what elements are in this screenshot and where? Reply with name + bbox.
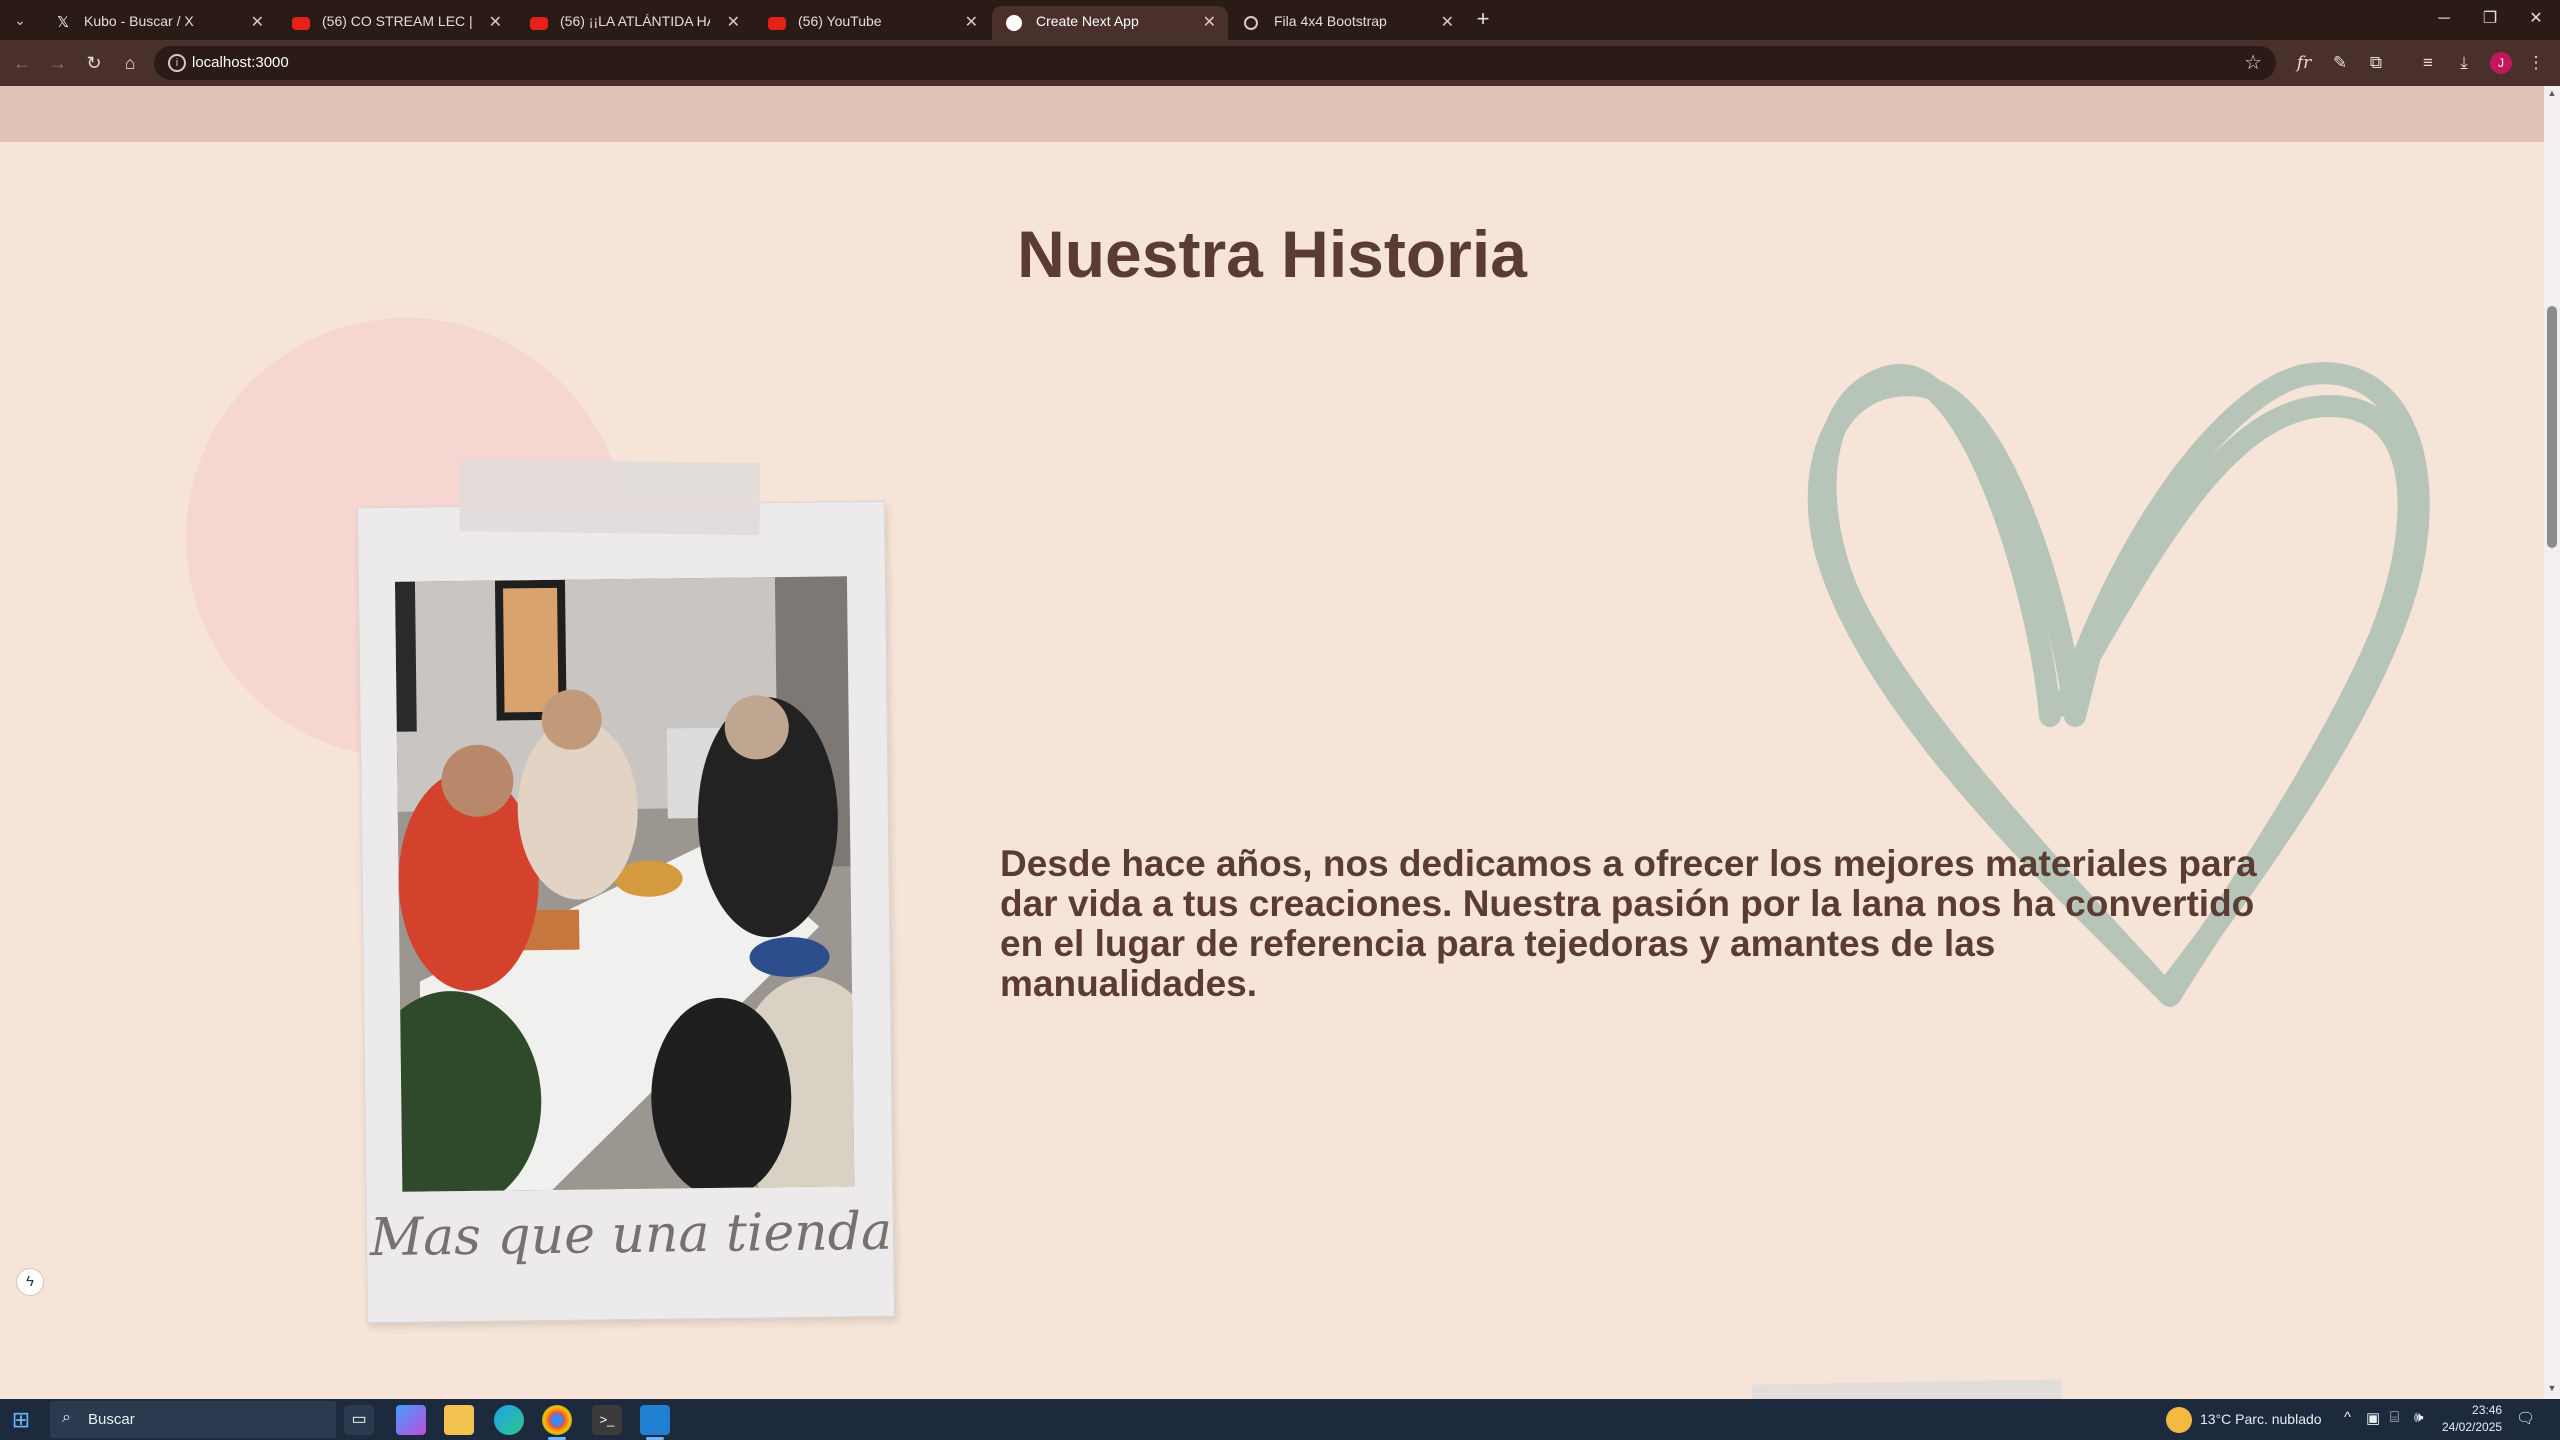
- meet-now-icon[interactable]: ▣: [2366, 1409, 2380, 1427]
- notification-center-icon[interactable]: 🗨: [2516, 1409, 2535, 1427]
- clock-date: 24/02/2025: [2442, 1420, 2503, 1434]
- tab-title: (56) CO STREAM LEC | BDS VS |: [322, 13, 472, 29]
- address-bar[interactable]: i localhost:3000 ☆: [154, 46, 2276, 80]
- weather-partly-cloudy-icon[interactable]: [2166, 1407, 2192, 1433]
- profile-avatar[interactable]: J: [2490, 52, 2512, 74]
- nextjs-icon: [1006, 15, 1022, 31]
- tab-title: (56) YouTube: [798, 13, 882, 29]
- scroll-up-arrow-icon[interactable]: ▲: [2544, 88, 2560, 102]
- nextjs-devtools-icon[interactable]: ϟ: [16, 1268, 44, 1296]
- tab-title: Kubo - Buscar / X: [84, 13, 194, 29]
- tab-youtube[interactable]: (56) YouTube ✕: [754, 6, 990, 40]
- youtube-icon: [768, 17, 786, 30]
- polaroid-caption: Mas que una tienda: [369, 1201, 893, 1269]
- scrollbar-thumb[interactable]: [2547, 306, 2557, 548]
- close-icon[interactable]: ✕: [251, 12, 264, 32]
- bookmark-star-icon[interactable]: ☆: [2244, 50, 2262, 75]
- system-clock[interactable]: 23:46 24/02/2025: [2442, 1402, 2502, 1436]
- volume-icon[interactable]: 🕪: [2414, 1409, 2423, 1426]
- close-icon[interactable]: ✕: [489, 12, 502, 32]
- tab-kubo-x[interactable]: 𝕏 Kubo - Buscar / X ✕: [40, 6, 276, 40]
- globe-icon: [1244, 16, 1258, 30]
- site-header-strip: [0, 86, 2544, 142]
- washi-tape: [459, 459, 761, 536]
- reload-icon[interactable]: ↻: [80, 50, 108, 76]
- new-tab-plus-icon[interactable]: +: [1470, 6, 1496, 32]
- close-icon[interactable]: ✕: [1203, 12, 1216, 32]
- weather-text[interactable]: 13°C Parc. nublado: [2200, 1411, 2322, 1427]
- youtube-icon: [292, 17, 310, 30]
- tab-atlantida[interactable]: (56) ¡¡LA ATLÁNTIDA HA SIDO ✕: [516, 6, 752, 40]
- close-icon[interactable]: ✕: [727, 12, 740, 32]
- clock-time: 23:46: [2472, 1403, 2503, 1417]
- section-title: Nuestra Historia: [1017, 217, 1527, 291]
- edge-browser-icon[interactable]: [494, 1405, 524, 1435]
- browser-tab-bar: ⌄ 𝕏 Kubo - Buscar / X ✕ (56) CO STREAM L…: [0, 0, 2560, 40]
- download-icon[interactable]: ⤓: [2450, 50, 2478, 76]
- tab-co-stream[interactable]: (56) CO STREAM LEC | BDS VS | ✕: [278, 6, 514, 40]
- tab-create-next-app[interactable]: Create Next App ✕: [992, 6, 1228, 40]
- terminal-icon[interactable]: >_: [592, 1405, 622, 1435]
- tab-title: (56) ¡¡LA ATLÁNTIDA HA SIDO: [560, 13, 710, 29]
- back-arrow-icon[interactable]: ←: [8, 50, 36, 76]
- copilot-icon[interactable]: [396, 1405, 426, 1435]
- browser-menu-icon[interactable]: ⋮: [2522, 50, 2550, 76]
- url-text[interactable]: localhost:3000: [192, 54, 289, 71]
- taskbar-search[interactable]: ⌕ Buscar: [50, 1401, 336, 1438]
- close-icon[interactable]: ✕: [965, 12, 978, 32]
- tab-title: Create Next App: [1036, 13, 1139, 29]
- home-icon[interactable]: ⌂: [116, 50, 144, 76]
- restore-icon[interactable]: ❐: [2470, 6, 2510, 32]
- browser-toolbar: ← → ↻ ⌂ i localhost:3000 ☆ fr ✎ ⧉ ≡ ⤓ ⋮: [0, 40, 2560, 86]
- tab-fila-bootstrap[interactable]: Fila 4x4 Bootstrap ✕: [1230, 6, 1466, 40]
- section-description: Desde hace años, nos dedicamos a ofrecer…: [1000, 843, 2257, 1004]
- forward-arrow-icon[interactable]: →: [44, 50, 72, 76]
- task-view-icon[interactable]: ▭: [344, 1405, 374, 1435]
- minimize-icon[interactable]: ─: [2424, 6, 2464, 32]
- tab-title: Fila 4x4 Bootstrap: [1274, 13, 1387, 29]
- media-queue-icon[interactable]: ≡: [2414, 50, 2442, 76]
- page-scrollbar[interactable]: ▲ ▼: [2544, 86, 2560, 1399]
- x-logo-icon: 𝕏: [56, 14, 70, 31]
- file-explorer-icon[interactable]: [444, 1405, 474, 1435]
- show-hidden-icons-chevron-icon[interactable]: ^: [2344, 1409, 2351, 1426]
- fx-extension-icon[interactable]: fr: [2290, 50, 2318, 76]
- close-icon[interactable]: ✕: [1441, 12, 1454, 32]
- page-viewport: Nuestra Historia Desde hace años, nos de…: [0, 86, 2544, 1399]
- windows-taskbar: ⊞ ⌕ Buscar ▭ >_ 13°C Parc. nublado ^ ▣ ⌸…: [0, 1399, 2560, 1440]
- network-icon[interactable]: ⌸: [2390, 1409, 2399, 1426]
- pen-extension-icon[interactable]: ✎: [2326, 50, 2354, 76]
- polaroid-frame: Mas que una tienda: [357, 459, 895, 1324]
- youtube-icon: [530, 17, 548, 30]
- chrome-browser-icon[interactable]: [542, 1405, 572, 1440]
- windows-start-icon[interactable]: ⊞: [8, 1407, 34, 1433]
- vscode-icon[interactable]: [640, 1405, 670, 1440]
- window-close-icon[interactable]: ✕: [2516, 6, 2556, 32]
- extensions-puzzle-icon[interactable]: ⧉: [2362, 50, 2390, 76]
- site-info-icon[interactable]: i: [168, 54, 186, 72]
- scroll-down-arrow-icon[interactable]: ▼: [2544, 1383, 2560, 1397]
- tab-search-chevron-icon[interactable]: ⌄: [6, 8, 34, 32]
- taskbar-search-placeholder: Buscar: [88, 1411, 135, 1428]
- search-icon: ⌕: [62, 1409, 71, 1426]
- knitting-group-photo: [394, 576, 855, 1192]
- next-polaroid-tape: [1751, 1379, 2063, 1399]
